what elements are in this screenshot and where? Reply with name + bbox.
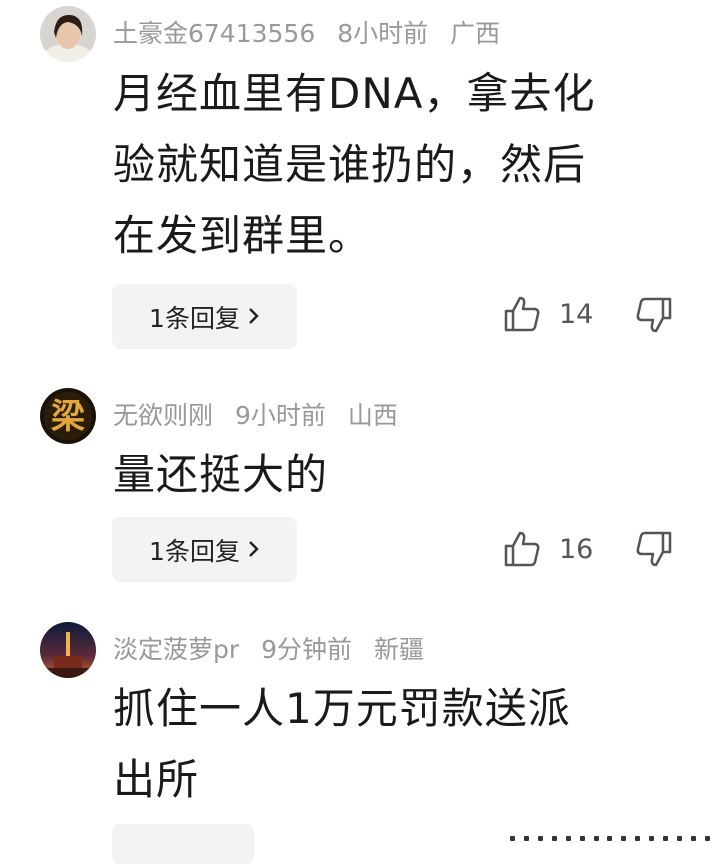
like-count: 16 (559, 533, 594, 565)
watermark-dots (510, 836, 710, 844)
location: 山西 (347, 401, 398, 430)
thumbs-up-icon (504, 531, 540, 567)
reply-button[interactable] (112, 824, 254, 864)
username[interactable]: 淡定菠萝pr (113, 635, 239, 664)
like-button[interactable]: 14 (503, 295, 593, 333)
avatar[interactable] (40, 6, 96, 62)
username[interactable]: 土豪金67413556 (113, 19, 315, 48)
like-count: 14 (559, 298, 594, 330)
reply-button[interactable]: 1条回复 (112, 517, 297, 582)
thumbs-down-icon (636, 297, 672, 333)
dislike-button[interactable] (634, 530, 674, 572)
timestamp: 9小时前 (234, 401, 326, 430)
reply-label: 1条回复 (149, 536, 240, 566)
comment-meta: 无欲则刚 9小时前 山西 (113, 396, 412, 432)
chevron-right-icon (248, 303, 260, 331)
username[interactable]: 无欲则刚 (113, 401, 213, 430)
avatar-char: 梁 (51, 397, 85, 437)
avatar[interactable]: 梁 (40, 388, 96, 444)
thumbs-down-icon (636, 531, 672, 567)
location: 广西 (450, 19, 501, 48)
reply-button[interactable]: 1条回复 (112, 284, 297, 349)
timestamp: 8小时前 (337, 19, 429, 48)
comment-meta: 淡定菠萝pr 9分钟前 新疆 (113, 630, 438, 666)
dislike-button[interactable] (634, 296, 674, 338)
thumbs-up-icon (504, 296, 540, 332)
like-button[interactable]: 16 (503, 530, 593, 568)
location: 新疆 (373, 635, 424, 664)
avatar[interactable] (40, 622, 96, 678)
comment-meta: 土豪金67413556 8小时前 广西 (113, 14, 514, 50)
comment-text: 量还挺大的 (113, 450, 329, 499)
comment-text: 月经血里有DNA，拿去化 验就知道是谁扔的，然后 在发到群里。 (113, 69, 596, 260)
chevron-right-icon (248, 536, 260, 564)
comment-text: 抓住一人1万元罚款送派 出所 (113, 684, 571, 804)
timestamp: 9分钟前 (261, 635, 353, 664)
reply-label: 1条回复 (149, 303, 240, 333)
